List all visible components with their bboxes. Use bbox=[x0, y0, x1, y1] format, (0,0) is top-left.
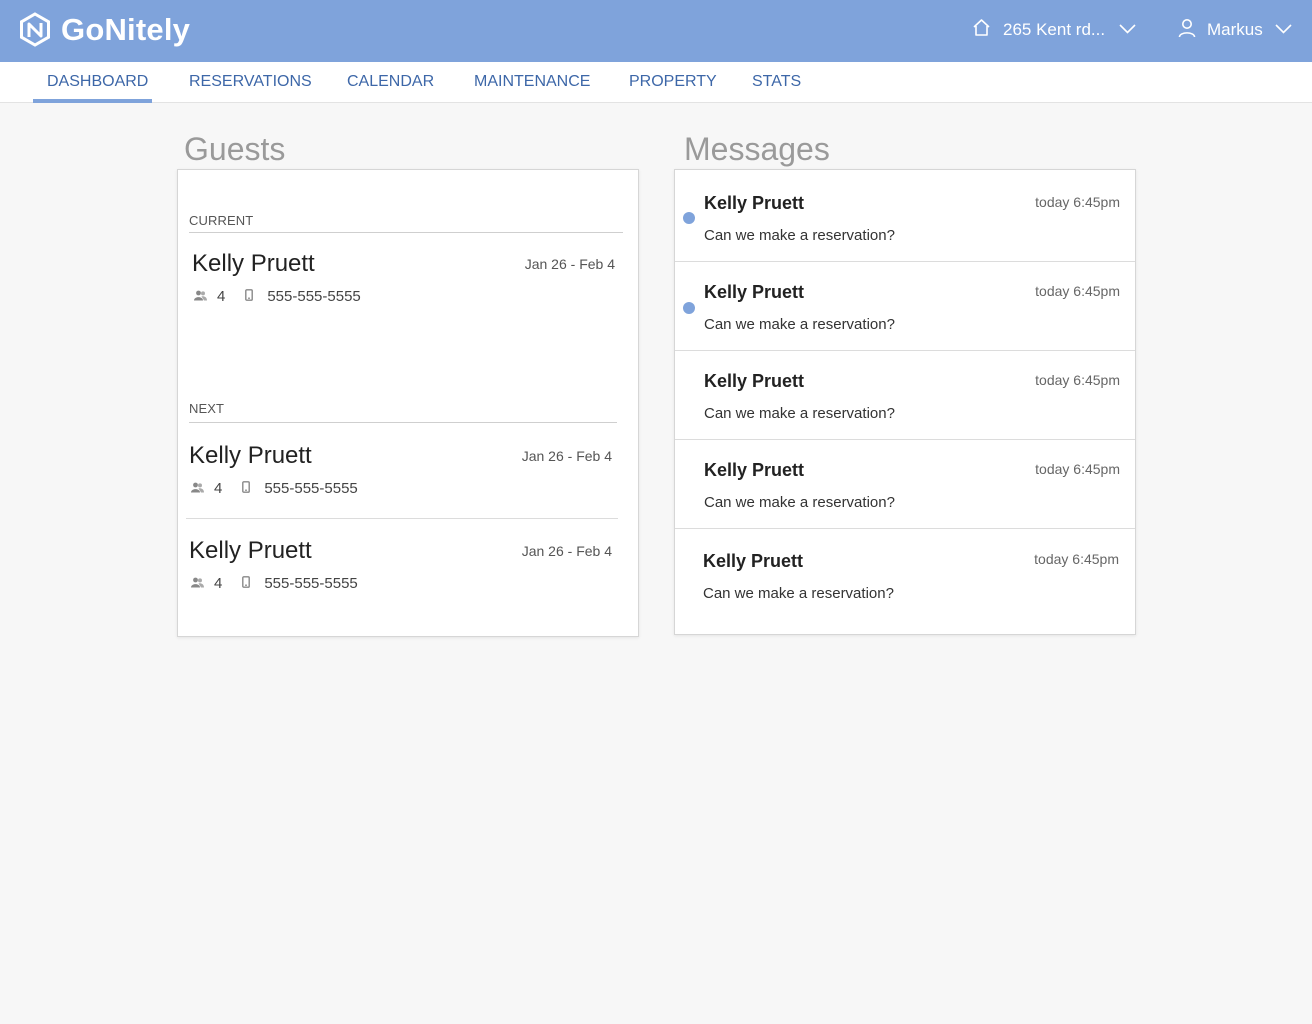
message-time: today 6:45pm bbox=[1034, 551, 1119, 567]
phone-icon bbox=[242, 480, 251, 497]
property-selector[interactable]: 265 Kent rd... bbox=[972, 17, 1136, 43]
message-item[interactable]: Kelly Pruett today 6:45pm Can we make a … bbox=[675, 170, 1135, 262]
message-preview: Can we make a reservation? bbox=[704, 227, 895, 244]
tab-reservations[interactable]: RESERVATIONS bbox=[189, 62, 312, 103]
active-tab-indicator bbox=[33, 99, 152, 103]
guest-dates: Jan 26 - Feb 4 bbox=[521, 543, 612, 559]
unread-indicator bbox=[683, 212, 695, 224]
guest-name: Kelly Pruett bbox=[189, 442, 312, 469]
message-item[interactable]: Kelly Pruett today 6:45pm Can we make a … bbox=[675, 440, 1135, 529]
guest-phone: 555-555-5555 bbox=[264, 575, 358, 592]
guest-phone: 555-555-5555 bbox=[264, 480, 358, 497]
home-icon bbox=[972, 18, 991, 42]
guests-title: Guests bbox=[184, 131, 286, 167]
message-time: today 6:45pm bbox=[1035, 372, 1120, 388]
guest-count: 4 bbox=[214, 575, 223, 592]
guest-meta: 4 555-555-5555 bbox=[194, 288, 361, 305]
gonitely-logo-icon bbox=[19, 12, 51, 48]
guest-name: Kelly Pruett bbox=[189, 537, 312, 564]
messages-title: Messages bbox=[684, 131, 830, 167]
brand-logo[interactable]: GoNitely bbox=[19, 12, 190, 48]
guest-name: Kelly Pruett bbox=[192, 250, 315, 277]
current-label: CURRENT bbox=[189, 213, 254, 228]
top-header: GoNitely 265 Kent rd... Markus bbox=[0, 0, 1312, 62]
guest-count: 4 bbox=[217, 288, 226, 305]
message-time: today 6:45pm bbox=[1035, 194, 1120, 210]
tab-property[interactable]: PROPERTY bbox=[629, 62, 717, 103]
tab-dashboard[interactable]: DASHBOARD bbox=[47, 62, 148, 103]
message-item[interactable]: Kelly Pruett today 6:45pm Can we make a … bbox=[675, 351, 1135, 440]
message-time: today 6:45pm bbox=[1035, 461, 1120, 477]
tab-maintenance[interactable]: MAINTENANCE bbox=[474, 62, 590, 103]
message-preview: Can we make a reservation? bbox=[704, 405, 895, 422]
message-item[interactable]: Kelly Pruett today 6:45pm Can we make a … bbox=[675, 262, 1135, 351]
message-preview: Can we make a reservation? bbox=[704, 316, 895, 333]
guest-meta: 4 555-555-5555 bbox=[191, 480, 358, 497]
divider bbox=[189, 232, 623, 233]
message-sender: Kelly Pruett bbox=[703, 551, 804, 571]
divider bbox=[186, 518, 618, 519]
message-sender: Kelly Pruett bbox=[704, 282, 805, 302]
message-sender: Kelly Pruett bbox=[704, 193, 805, 213]
people-icon bbox=[194, 288, 207, 305]
guests-card: CURRENT Kelly Pruett Jan 26 - Feb 4 4 55… bbox=[177, 169, 639, 637]
user-name: Markus bbox=[1207, 20, 1263, 39]
message-sender: Kelly Pruett bbox=[704, 371, 805, 391]
messages-card: Kelly Pruett today 6:45pm Can we make a … bbox=[674, 169, 1136, 635]
user-icon bbox=[1178, 18, 1196, 43]
divider bbox=[189, 422, 617, 423]
brand-name: GoNitely bbox=[61, 12, 191, 47]
user-menu[interactable]: Markus bbox=[1178, 17, 1292, 43]
message-sender: Kelly Pruett bbox=[704, 460, 805, 480]
message-preview: Can we make a reservation? bbox=[704, 494, 895, 511]
phone-icon bbox=[245, 288, 254, 305]
guest-dates: Jan 26 - Feb 4 bbox=[524, 256, 615, 272]
chevron-down-icon bbox=[1275, 21, 1292, 39]
tab-stats[interactable]: STATS bbox=[752, 62, 801, 103]
people-icon bbox=[191, 575, 204, 592]
message-time: today 6:45pm bbox=[1035, 283, 1120, 299]
guest-count: 4 bbox=[214, 480, 223, 497]
chevron-down-icon bbox=[1119, 21, 1136, 39]
message-item[interactable]: Kelly Pruett today 6:45pm Can we make a … bbox=[675, 529, 1135, 634]
guest-phone: 555-555-5555 bbox=[267, 288, 361, 305]
next-label: NEXT bbox=[189, 401, 225, 416]
unread-indicator bbox=[683, 302, 695, 314]
message-preview: Can we make a reservation? bbox=[703, 585, 894, 602]
tab-calendar[interactable]: CALENDAR bbox=[347, 62, 434, 103]
main-nav: DASHBOARD RESERVATIONS CALENDAR MAINTENA… bbox=[0, 62, 1312, 103]
guest-dates: Jan 26 - Feb 4 bbox=[521, 448, 612, 464]
property-label: 265 Kent rd... bbox=[1003, 20, 1106, 39]
guest-meta: 4 555-555-5555 bbox=[191, 575, 358, 592]
phone-icon bbox=[242, 575, 251, 592]
people-icon bbox=[191, 480, 204, 497]
